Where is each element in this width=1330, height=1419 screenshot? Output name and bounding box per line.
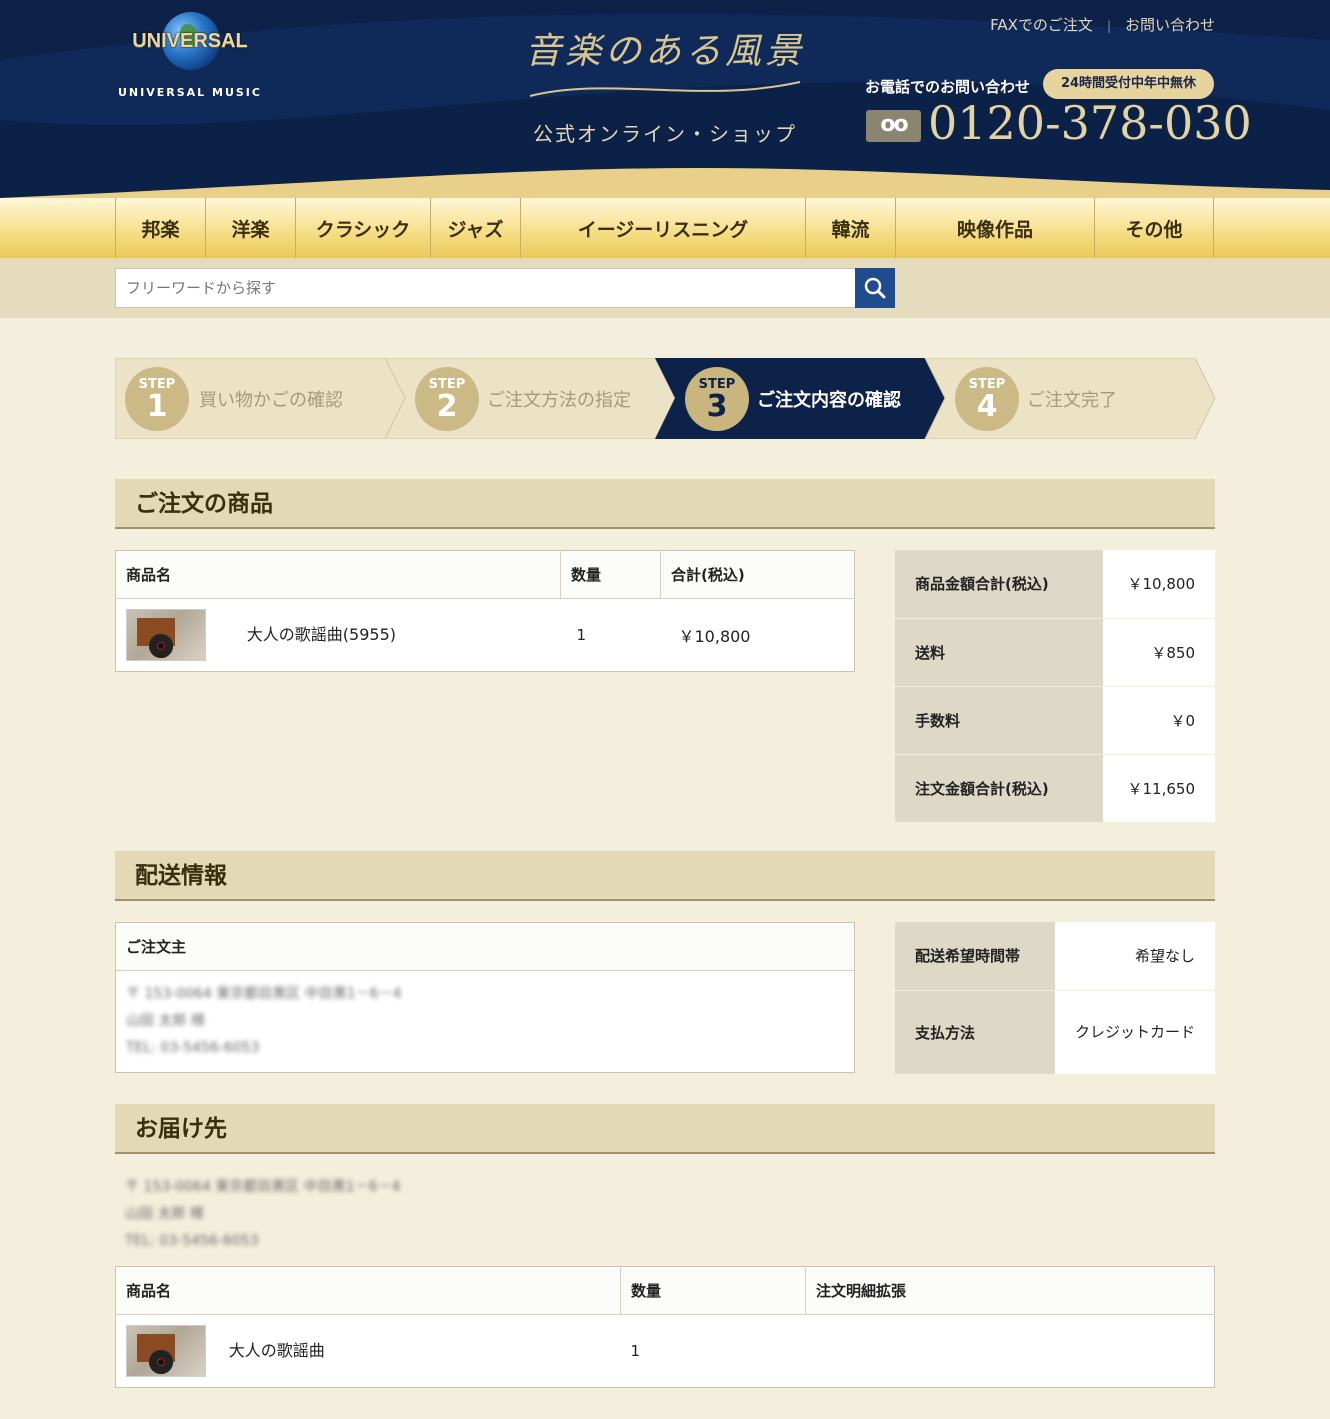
col-quantity: 数量 [620,1266,806,1315]
col-total: 合計(税込) [660,550,855,599]
fax-order-link[interactable]: FAXでのご注文 [990,14,1093,35]
summary-value: ￥850 [1103,618,1215,687]
summary-value: ￥0 [1103,686,1215,755]
step-2: STEP 2 ご注文方法の指定 [405,358,675,439]
shipping-heading: 配送情報 [115,851,1215,901]
nav-item-other[interactable]: その他 [1095,198,1214,258]
search-button[interactable] [855,268,895,308]
detail-value: 希望なし [1055,922,1215,991]
link-separator: | [1106,19,1111,33]
product-thumbnail[interactable] [126,1325,206,1377]
delivery-address: 〒 153-0064 東京都目黒区 中目黒1－6－4 山田 太郎 様 TEL: … [125,1174,400,1255]
delivery-heading: お届け先 [115,1104,1215,1154]
brand-subtitle: 公式オンライン・ショップ [533,122,797,146]
nav-item-hougaku[interactable]: 邦楽 [116,198,206,258]
summary-value: ￥11,650 [1103,754,1215,823]
step-3-badge: STEP 3 [685,367,749,431]
brand-swoosh [529,81,801,97]
nav-item-video[interactable]: 映像作品 [896,198,1095,258]
step-3-label: ご注文内容の確認 [757,390,901,411]
col-quantity: 数量 [560,550,661,599]
product-qty: 1 [576,626,587,644]
orderer-header: ご注文主 [116,923,854,971]
delivery-address-line: 〒 153-0064 東京都目黒区 中目黒1－6－4 [125,1179,401,1195]
search-input[interactable] [115,268,856,308]
product-cell: 大人の歌謡曲 [116,1315,621,1388]
logo-subtitle: UNIVERSAL MUSIC [118,86,262,99]
nav-item-jazz[interactable]: ジャズ [431,198,521,258]
orderer-address: 〒 153-0064 東京都目黒区 中目黒1－6－4 [126,986,402,1002]
contact-link[interactable]: お問い合わせ [1125,14,1215,35]
order-summary-table: 商品金額合計(税込) ￥10,800 送料 ￥850 手数料 ￥0 注文金額合計… [895,550,1215,823]
universal-music-logo[interactable]: UNIVERSAL UNIVERSAL MUSIC [115,12,265,102]
category-nav: 邦楽 洋楽 クラシック ジャズ イージーリスニング 韓流 映像作品 その他 [0,198,1330,258]
order-items-table: 商品名 数量 合計(税込) 大人の歌謡曲(5955) 1 ￥10,800 [115,550,855,672]
nav-item-yougaku[interactable]: 洋楽 [206,198,296,258]
detail-value: クレジットカード [1055,990,1215,1075]
tel-label: お電話でのお問い合わせ [865,78,1031,96]
brand-title: 音楽のある風景 [524,31,805,72]
tel-hours-badge: 24時間受付中年中無休 [1043,69,1214,99]
step-1: STEP 1 買い物かごの確認 [115,358,395,439]
step-1-label: 買い物かごの確認 [199,390,343,411]
summary-label: 送料 [895,618,1103,687]
summary-row: 注文金額合計(税込) ￥11,650 [895,754,1215,823]
header-links: FAXでのご注文 | お問い合わせ [990,14,1215,35]
col-product-name: 商品名 [115,550,561,599]
step-2-label: ご注文方法の指定 [487,390,631,411]
orderer-name: 山田 太郎 様 [126,1013,205,1029]
summary-row: 手数料 ￥0 [895,686,1215,755]
search-icon [864,277,886,299]
delivery-tel: TEL: 03-5456-6053 [125,1233,259,1249]
product-name[interactable]: 大人の歌謡曲(5955) [247,625,396,644]
nav-item-kanryu[interactable]: 韓流 [806,198,896,258]
detail-row: 支払方法 クレジットカード [895,990,1215,1075]
step-3: STEP 3 ご注文内容の確認 [675,358,945,439]
site-header: UNIVERSAL UNIVERSAL MUSIC 音楽のある風景 公式オンライ… [0,0,1330,200]
delivery-items-table: 商品名 数量 注文明細拡張 大人の歌謡曲 1 [115,1266,1215,1388]
table-row: 大人の歌謡曲 1 [116,1315,1215,1388]
order-items-heading: ご注文の商品 [115,479,1215,529]
detail-label: 配送希望時間帯 [895,922,1055,991]
product-cell: 大人の歌謡曲(5955) [116,599,561,672]
product-thumbnail[interactable] [126,609,206,661]
shipping-details-table: 配送希望時間帯 希望なし 支払方法 クレジットカード [895,922,1215,1075]
col-extension: 注文明細拡張 [805,1266,1215,1315]
summary-label: 注文金額合計(税込) [895,754,1103,823]
orderer-box: ご注文主 〒 153-0064 東京都目黒区 中目黒1－6－4 山田 太郎 様 … [115,922,855,1073]
summary-row: 送料 ￥850 [895,618,1215,687]
summary-row: 商品金額合計(税込) ￥10,800 [895,550,1215,619]
summary-label: 商品金額合計(税込) [895,550,1103,619]
table-row: 大人の歌謡曲(5955) 1 ￥10,800 [116,599,855,672]
logo-wordmark: UNIVERSAL [132,30,248,52]
orderer-tel: TEL: 03-5456-6053 [126,1040,260,1056]
orderer-info: 〒 153-0064 東京都目黒区 中目黒1－6－4 山田 太郎 様 TEL: … [116,971,854,1072]
step-2-badge: STEP 2 [415,367,479,431]
product-total: ￥10,800 [678,627,751,646]
summary-value: ￥10,800 [1103,550,1215,619]
step-4-badge: STEP 4 [955,367,1019,431]
tel-number[interactable]: 0120-378-030 [928,96,1252,150]
detail-row: 配送希望時間帯 希望なし [895,922,1215,991]
delivery-name: 山田 太郎 様 [125,1206,204,1222]
nav-item-classic[interactable]: クラシック [296,198,431,258]
col-product-name: 商品名 [115,1266,621,1315]
shop-brand[interactable]: 音楽のある風景 公式オンライン・ショップ [520,22,810,152]
search-bar [0,258,1330,318]
checkout-steps: STEP 1 買い物かごの確認 STEP 2 ご注文方法の指定 STEP 3 ご注文内… [115,358,1215,439]
step-1-badge: STEP 1 [125,367,189,431]
step-4: STEP 4 ご注文完了 [945,358,1215,439]
freedial-icon: oo [866,110,921,142]
step-4-label: ご注文完了 [1027,390,1117,411]
detail-label: 支払方法 [895,990,1055,1075]
product-name[interactable]: 大人の歌謡曲 [229,1341,325,1360]
product-extension [806,1315,1215,1388]
summary-label: 手数料 [895,686,1103,755]
product-qty: 1 [630,1342,641,1360]
nav-item-easy-listening[interactable]: イージーリスニング [521,198,806,258]
